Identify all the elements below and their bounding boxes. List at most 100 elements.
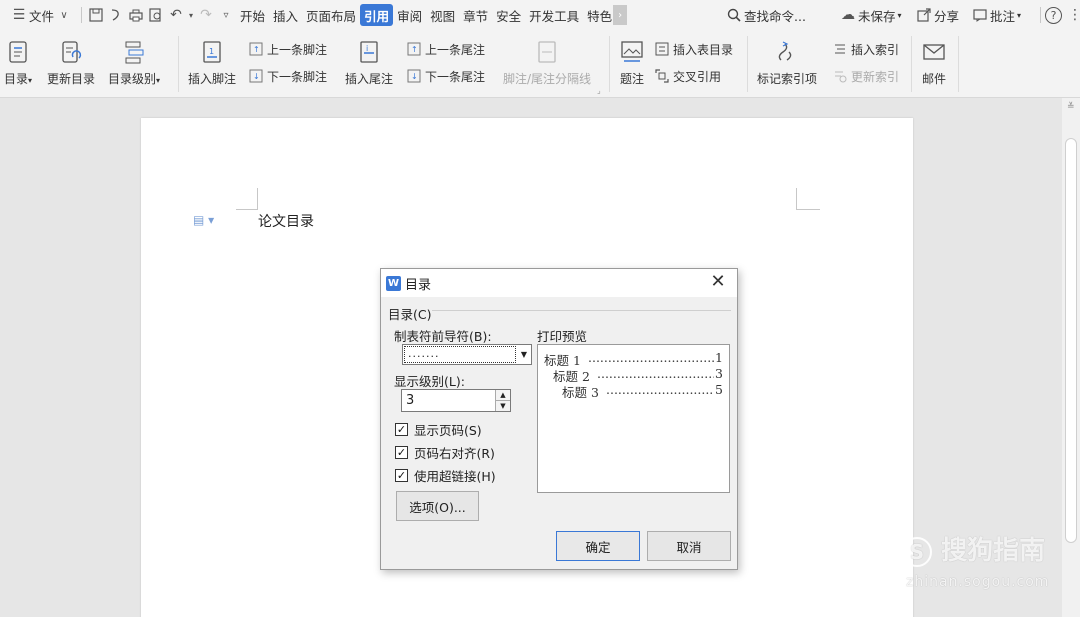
update-toc-icon: [57, 38, 85, 66]
print-preview: 标题 1 ...................................…: [537, 344, 730, 493]
toc-button[interactable]: 目录▾: [4, 38, 32, 87]
save-icon[interactable]: [86, 5, 106, 25]
use-hyperlinks-checkbox[interactable]: ✓ 使用超链接(H): [395, 466, 496, 485]
mark-index-entry-button[interactable]: 标记索引项: [757, 38, 817, 87]
next-endnote-button[interactable]: ↓ 下一条尾注: [407, 67, 485, 85]
next-footnote-button[interactable]: ↓ 下一条脚注: [249, 67, 327, 85]
prev-endnote-icon: ↑: [407, 42, 421, 56]
show-page-numbers-checkbox[interactable]: ✓ 显示页码(S): [395, 420, 482, 439]
tab-page-layout[interactable]: 页面布局: [302, 4, 360, 26]
svg-text:i: i: [366, 44, 368, 53]
leader-value: .......: [404, 346, 516, 363]
update-index-button[interactable]: 更新索引: [833, 67, 899, 85]
note-separator-icon: [533, 38, 561, 66]
toc-level-button[interactable]: 目录级别▾: [108, 38, 160, 87]
tab-insert[interactable]: 插入: [269, 4, 302, 26]
dialog-launcher-icon[interactable]: ⌟: [597, 86, 601, 95]
table-of-figures-icon: [655, 42, 669, 56]
mail-button[interactable]: 邮件: [920, 38, 948, 87]
more-tabs-icon[interactable]: ›: [613, 5, 628, 25]
svg-text:1: 1: [209, 47, 214, 56]
options-button[interactable]: 选项(O)...: [396, 491, 479, 521]
spin-up-icon[interactable]: ▲: [496, 390, 510, 401]
dialog-titlebar[interactable]: W 目录 ✕: [381, 269, 737, 297]
separator: [958, 36, 959, 92]
paragraph-layout-icon[interactable]: ▤ ▾: [193, 213, 214, 227]
watermark-brand: 搜狗指南: [941, 536, 1046, 566]
help-button[interactable]: ?: [1036, 0, 1062, 30]
next-footnote-label: 下一条脚注: [267, 69, 328, 84]
insert-endnote-icon: i: [355, 38, 383, 66]
svg-text:↓: ↓: [411, 72, 418, 81]
note-separator-button[interactable]: 脚注/尾注分隔线: [503, 38, 591, 87]
customize-toolbar-icon[interactable]: ▿: [216, 5, 236, 25]
update-toc-button[interactable]: 更新目录: [47, 38, 95, 87]
document-heading[interactable]: 论文目录: [258, 211, 314, 231]
undo-dropdown-icon[interactable]: ▾: [186, 5, 196, 25]
cancel-button[interactable]: 取消: [647, 531, 731, 561]
tab-special[interactable]: 特色: [583, 4, 616, 26]
crop-mark: [796, 188, 820, 210]
hamburger-icon: ☰: [12, 7, 26, 23]
insert-footnote-button[interactable]: 1 插入脚注: [188, 38, 236, 87]
preview-leader: ........................................…: [597, 366, 714, 381]
vertical-scrollbar[interactable]: ≚: [1062, 98, 1080, 617]
level-spinner[interactable]: 3 ▲ ▼: [401, 389, 511, 412]
print-preview-icon[interactable]: [146, 5, 166, 25]
sogou-logo-icon: S: [902, 536, 932, 567]
more-options-icon[interactable]: ⋮: [1068, 0, 1080, 30]
toc-level-label: 目录级别: [108, 72, 157, 86]
prev-endnote-button[interactable]: ↑ 上一条尾注: [407, 40, 485, 58]
cross-reference-button[interactable]: 交叉引用: [655, 67, 721, 85]
tab-chapter[interactable]: 章节: [459, 4, 492, 26]
group-divider: [432, 310, 731, 311]
redo-icon[interactable]: ↷: [196, 5, 216, 25]
ok-button[interactable]: 确定: [556, 531, 640, 561]
svg-text:↑: ↑: [253, 45, 260, 54]
cross-reference-icon: [655, 69, 669, 83]
insert-endnote-button[interactable]: i 插入尾注: [345, 38, 393, 87]
separator: [911, 36, 912, 92]
update-index-icon: [833, 69, 847, 83]
spin-down-icon[interactable]: ▼: [496, 401, 510, 411]
chevron-down-icon: ▾: [897, 10, 902, 20]
insert-index-button[interactable]: 插入索引: [833, 40, 899, 58]
scroll-up-icon[interactable]: ≚: [1067, 102, 1075, 112]
caption-button[interactable]: 题注: [618, 38, 646, 87]
preview-label: 打印预览: [537, 329, 588, 344]
tab-review[interactable]: 审阅: [393, 4, 426, 26]
close-icon[interactable]: ✕: [709, 273, 727, 291]
unsaved-status[interactable]: ☁ 未保存 ▾: [838, 0, 902, 30]
insert-table-of-figures-button[interactable]: 插入表目录: [655, 40, 733, 58]
share-button[interactable]: 分享: [914, 0, 959, 30]
preview-leader: ........................................…: [588, 350, 714, 365]
tab-view[interactable]: 视图: [426, 4, 459, 26]
scrollbar-thumb[interactable]: [1065, 138, 1077, 543]
use-hyperlinks-label: 使用超链接(H): [414, 469, 496, 484]
file-menu[interactable]: ☰ 文件 ∨: [6, 0, 77, 30]
command-search[interactable]: 查找命令...: [724, 0, 806, 30]
preview-entry-page: 5: [715, 382, 723, 397]
leader-select[interactable]: ....... ▼: [402, 344, 532, 365]
export-pdf-icon[interactable]: [106, 5, 126, 25]
watermark-logo: S 搜狗指南: [902, 530, 1045, 567]
tab-developer[interactable]: 开发工具: [525, 4, 583, 26]
tab-references[interactable]: 引用: [360, 4, 394, 26]
tab-start[interactable]: 开始: [236, 4, 269, 26]
tab-security[interactable]: 安全: [492, 4, 525, 26]
mail-label: 邮件: [921, 72, 946, 86]
insert-footnote-label: 插入脚注: [188, 72, 237, 86]
print-icon[interactable]: [126, 5, 146, 25]
chevron-down-icon: ▾: [1017, 10, 1022, 20]
update-index-label: 更新索引: [851, 69, 900, 84]
svg-text:↓: ↓: [253, 72, 260, 81]
dropdown-arrow-icon[interactable]: ▼: [517, 345, 531, 364]
caption-label: 题注: [619, 72, 644, 86]
right-align-checkbox[interactable]: ✓ 页码右对齐(R): [395, 443, 495, 462]
comment-button[interactable]: 批注 ▾: [970, 0, 1021, 30]
toc-group-label: 目录(C): [388, 307, 432, 322]
level-value[interactable]: 3: [402, 390, 495, 411]
level-label: 显示级别(L):: [394, 374, 465, 389]
prev-footnote-button[interactable]: ↑ 上一条脚注: [249, 40, 327, 58]
undo-icon[interactable]: ↶: [166, 5, 186, 25]
